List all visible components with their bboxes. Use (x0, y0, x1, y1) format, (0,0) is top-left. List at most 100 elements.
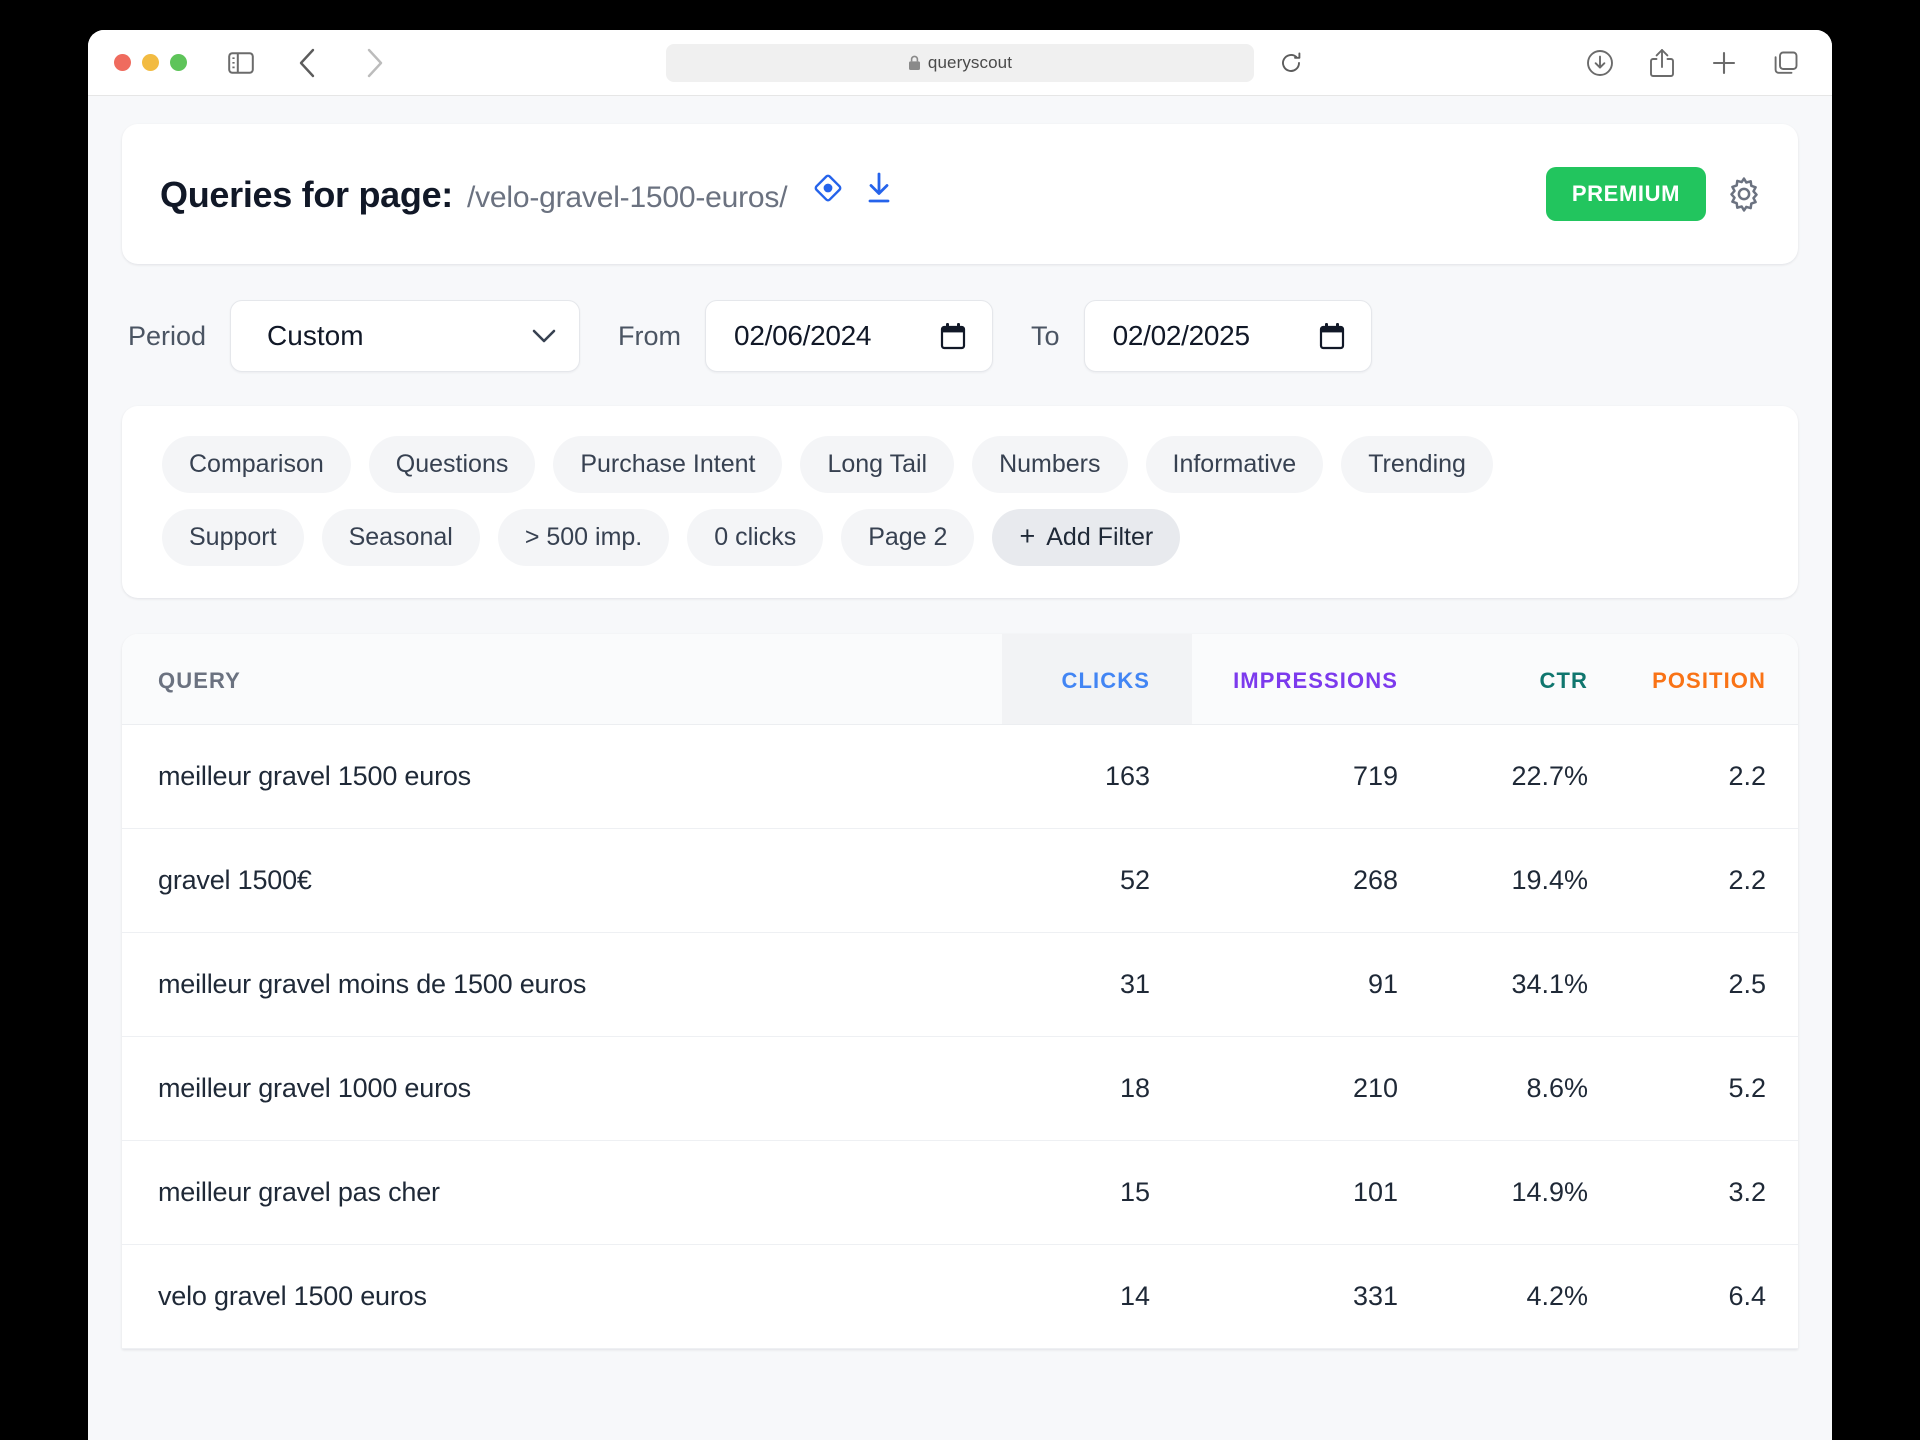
navigation-controls (221, 43, 395, 83)
cell-ctr: 22.7% (1422, 724, 1612, 829)
cell-query: meilleur gravel pas cher (122, 1140, 1002, 1245)
cell-ctr: 4.2% (1422, 1244, 1612, 1349)
page-path: /velo-gravel-1500-euros/ (466, 180, 788, 214)
filter-chip-trending[interactable]: Trending (1341, 436, 1493, 493)
filter-chip-questions[interactable]: Questions (368, 436, 536, 493)
filter-chip-numbers[interactable]: Numbers (972, 436, 1128, 493)
cell-ctr: 19.4% (1422, 828, 1612, 933)
chevron-down-icon (531, 328, 557, 344)
new-tab-plus-icon[interactable] (1704, 43, 1744, 83)
table-row[interactable]: meilleur gravel moins de 1500 euros 31 9… (122, 932, 1798, 1037)
target-diamond-icon[interactable] (811, 171, 845, 205)
from-date-input[interactable]: 02/06/2024 (705, 300, 994, 372)
address-bar[interactable]: queryscout (666, 43, 1301, 82)
cell-impressions: 268 (1192, 828, 1422, 933)
filter-chip-long-tail[interactable]: Long Tail (800, 436, 955, 493)
minimize-window-button[interactable] (142, 54, 159, 71)
header-right-actions: PREMIUM (1545, 167, 1762, 221)
filter-chip-page-2[interactable]: Page 2 (841, 508, 975, 566)
cell-position: 2.2 (1612, 828, 1798, 933)
lock-icon (908, 55, 921, 71)
add-filter-label: Add Filter (1046, 522, 1154, 551)
column-header-ctr[interactable]: CTR (1422, 633, 1612, 725)
cell-position: 2.5 (1612, 932, 1798, 1037)
premium-button[interactable]: PREMIUM (1545, 167, 1706, 221)
reload-icon[interactable] (1280, 51, 1302, 74)
cell-impressions: 101 (1192, 1140, 1422, 1245)
cell-impressions: 210 (1192, 1036, 1422, 1141)
page-content: Queries for page: /velo-gravel-1500-euro… (88, 96, 1832, 1440)
cell-impressions: 331 (1192, 1244, 1422, 1349)
close-window-button[interactable] (114, 54, 131, 71)
toolbar-right-icons (1580, 43, 1806, 83)
cell-clicks: 15 (1002, 1140, 1192, 1245)
share-icon[interactable] (1642, 43, 1682, 83)
gear-icon[interactable] (1726, 176, 1762, 212)
filter-chip-informative[interactable]: Informative (1145, 436, 1324, 493)
cell-ctr: 8.6% (1422, 1036, 1612, 1141)
table-body: meilleur gravel 1500 euros 163 719 22.7%… (122, 724, 1798, 1349)
column-header-clicks[interactable]: CLICKS (1002, 633, 1192, 725)
table-row[interactable]: meilleur gravel 1500 euros 163 719 22.7%… (122, 724, 1798, 829)
to-date-input[interactable]: 02/02/2025 (1083, 300, 1372, 372)
header-action-icons (811, 171, 895, 205)
cell-query: meilleur gravel 1500 euros (122, 724, 1002, 829)
filter-chips-row-2: Support Seasonal > 500 imp. 0 clicks Pag… (162, 508, 1762, 566)
cell-query: meilleur gravel 1000 euros (122, 1036, 1002, 1141)
period-select[interactable]: Custom (230, 300, 581, 372)
page-title: Queries for page: (160, 173, 453, 215)
page-title-row: Queries for page: /velo-gravel-1500-euro… (160, 171, 1546, 216)
table-header: QUERY CLICKS IMPRESSIONS CTR POSITION (122, 633, 1798, 725)
filter-chip-support[interactable]: Support (162, 508, 304, 566)
column-header-query[interactable]: QUERY (122, 633, 1002, 725)
window-controls (114, 54, 187, 71)
queries-table: QUERY CLICKS IMPRESSIONS CTR POSITION me… (122, 633, 1798, 1349)
cell-query: velo gravel 1500 euros (122, 1244, 1002, 1349)
sidebar-toggle-icon[interactable] (221, 43, 261, 83)
column-header-impressions[interactable]: IMPRESSIONS (1192, 633, 1422, 725)
filter-chip-impressions-gt-500[interactable]: > 500 imp. (497, 508, 670, 566)
from-date-value: 02/06/2024 (734, 320, 872, 351)
cell-position: 3.2 (1612, 1140, 1798, 1245)
to-label: To (1031, 320, 1060, 351)
cell-query: gravel 1500€ (122, 828, 1002, 933)
forward-button[interactable] (355, 43, 395, 83)
browser-toolbar: queryscout (88, 30, 1832, 96)
cell-ctr: 34.1% (1422, 932, 1612, 1037)
table-row[interactable]: velo gravel 1500 euros 14 331 4.2% 6.4 (122, 1244, 1798, 1349)
cell-position: 6.4 (1612, 1244, 1798, 1349)
filter-chip-zero-clicks[interactable]: 0 clicks (687, 508, 824, 566)
filters-card: Comparison Questions Purchase Intent Lon… (122, 406, 1798, 598)
cell-impressions: 719 (1192, 724, 1422, 829)
cell-clicks: 18 (1002, 1036, 1192, 1141)
queries-table-card: QUERY CLICKS IMPRESSIONS CTR POSITION me… (122, 633, 1798, 1349)
filter-chip-purchase-intent[interactable]: Purchase Intent (553, 436, 783, 493)
download-icon[interactable] (863, 171, 895, 205)
maximize-window-button[interactable] (170, 54, 187, 71)
to-date-value: 02/02/2025 (1112, 320, 1250, 351)
table-row[interactable]: gravel 1500€ 52 268 19.4% 2.2 (122, 828, 1798, 933)
url-text: queryscout (927, 52, 1013, 72)
tab-overview-icon[interactable] (1766, 43, 1806, 83)
table-row[interactable]: meilleur gravel 1000 euros 18 210 8.6% 5… (122, 1036, 1798, 1141)
privacy-shield-icon[interactable] (706, 46, 728, 79)
filter-chip-comparison[interactable]: Comparison (162, 436, 351, 493)
downloads-icon[interactable] (1580, 43, 1620, 83)
calendar-icon[interactable] (1319, 322, 1345, 350)
back-button[interactable] (287, 43, 327, 83)
cell-clicks: 31 (1002, 932, 1192, 1037)
cell-clicks: 52 (1002, 828, 1192, 933)
browser-window: queryscout Queries for page: /velo-grave… (88, 30, 1832, 1440)
cell-impressions: 91 (1192, 932, 1422, 1037)
period-controls-row: Period Custom From 02/06/2024 To 02/02/2… (88, 264, 1832, 372)
cell-ctr: 14.9% (1422, 1140, 1612, 1245)
filter-chip-seasonal[interactable]: Seasonal (321, 508, 480, 566)
cell-clicks: 163 (1002, 724, 1192, 829)
add-filter-button[interactable]: + Add Filter (992, 508, 1181, 566)
calendar-icon[interactable] (940, 322, 966, 350)
table-row[interactable]: meilleur gravel pas cher 15 101 14.9% 3.… (122, 1140, 1798, 1245)
period-select-value: Custom (267, 320, 364, 351)
from-label: From (618, 320, 682, 351)
period-label: Period (128, 320, 207, 351)
column-header-position[interactable]: POSITION (1612, 633, 1798, 725)
